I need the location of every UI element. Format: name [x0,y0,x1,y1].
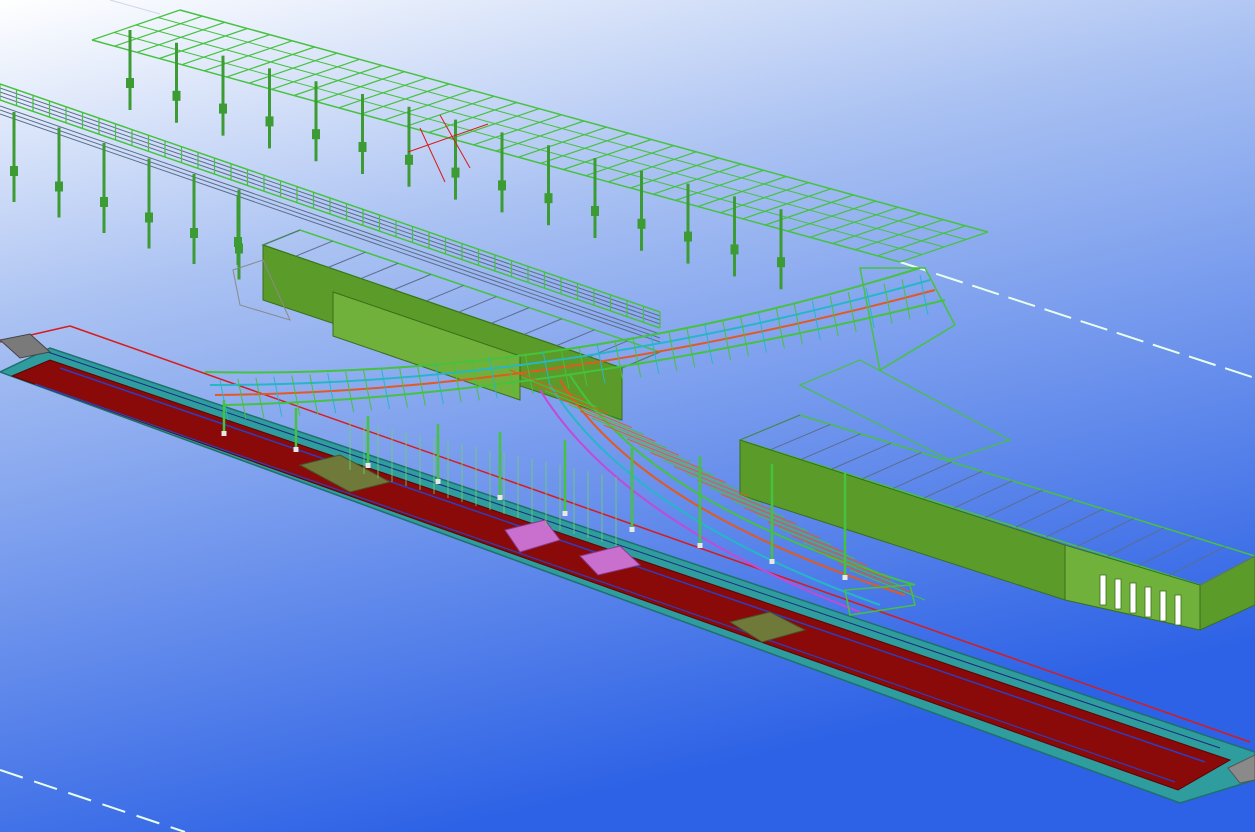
door-opening [1129,582,1137,614]
column-base-plate [684,231,692,242]
column-base [293,447,299,452]
door-opening [1144,586,1152,618]
column-base-plate [10,166,18,176]
column-base-plate [544,193,553,204]
column-base-plate [145,212,153,223]
column-base [697,543,703,548]
column-base-plate [126,78,134,88]
column-base-plate [55,181,63,192]
model-viewport[interactable] [0,0,1255,832]
column-base [629,527,635,532]
column-base-plate [451,167,460,178]
column-base-plate [190,228,198,238]
column-base-plate [405,154,413,165]
column-base [769,559,775,564]
door-opening [1159,590,1167,622]
column-base-plate [312,129,320,140]
column-base [842,575,848,580]
column-base-plate [498,180,506,191]
column-base-plate [730,244,739,255]
column-base [562,511,568,516]
column-base [435,479,441,484]
column-base-plate [234,237,242,247]
door-opening [1114,578,1122,610]
column-base-plate [591,206,599,216]
column-base [221,431,227,436]
column-base-plate [637,218,646,229]
column-base-plate [100,197,108,207]
door-opening [1099,574,1107,606]
3d-model-scene[interactable] [0,0,1255,832]
column-base [497,495,503,500]
column-base-plate [265,116,274,127]
column-base [365,463,371,468]
column-base-plate [172,90,181,101]
column-base-plate [358,142,367,152]
door-opening [1174,594,1182,626]
column-base-plate [777,257,785,268]
column-base-plate [219,103,227,114]
